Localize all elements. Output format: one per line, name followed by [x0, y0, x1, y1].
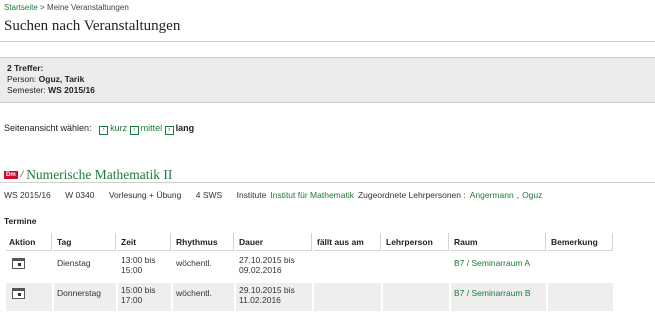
view-option-mittel[interactable]: › mittel [129, 123, 162, 135]
calendar-icon[interactable] [12, 258, 25, 269]
col-faellt-aus: fällt aus am [314, 233, 381, 251]
divider [0, 41, 655, 42]
arrow-box-icon: › [164, 126, 174, 135]
lecturer-link-angermann[interactable]: Angermann [470, 190, 514, 200]
col-dauer: Dauer [236, 233, 312, 251]
breadcrumb-home-link[interactable]: Startseite [4, 3, 38, 12]
dauer-cell: 29.10.2015 bis 11.02.2016 [236, 283, 312, 311]
arrow-box-icon: › [129, 126, 139, 135]
breadcrumb: Startseite > Meine Veranstaltungen [4, 3, 129, 12]
breadcrumb-current: Meine Veranstaltungen [46, 3, 129, 12]
raum-cell: B7 / Seminarraum B [451, 283, 546, 311]
table-row: Dienstag 13:00 bis 15:00 wöchentl. 27.10.… [6, 253, 613, 281]
room-link[interactable]: B7 / Seminarraum A [454, 258, 530, 268]
faellt-aus-cell [314, 253, 381, 281]
course-title-link[interactable]: Numerische Mathematik II [26, 167, 172, 182]
calendar-icon[interactable] [12, 288, 25, 299]
course-header: Dm ⁄ Numerische Mathematik II [4, 167, 172, 183]
lecturers-label: Zugeordnete Lehrpersonen : [357, 190, 466, 200]
aktion-cell [6, 253, 52, 281]
course-meta: WS 2015/16 W 0340 Vorlesung + Übung 4 SW… [4, 190, 554, 200]
lehrperson-cell [383, 283, 449, 311]
document-icon: ⁄ [21, 169, 24, 179]
raum-cell: B7 / Seminarraum A [451, 253, 546, 281]
bemerkung-cell [548, 283, 613, 311]
col-lehrperson: Lehrperson [383, 233, 449, 251]
table-header-row: Aktion Tag Zeit Rhythmus Dauer fällt aus… [6, 233, 613, 251]
page-title: Suchen nach Veranstaltungen [4, 18, 181, 34]
view-option-lang: › lang [164, 123, 194, 135]
table-row: Donnerstag 15:00 bis 17:00 wöchentl. 29.1… [6, 283, 613, 311]
result-count: 2 Treffer: [7, 63, 44, 73]
divider [0, 182, 655, 183]
col-tag: Tag [54, 233, 116, 251]
bemerkung-cell [548, 253, 613, 281]
zeit-cell: 13:00 bis 15:00 [118, 253, 171, 281]
course-semester: WS 2015/16 [4, 190, 51, 200]
rhythmus-cell: wöchentl. [173, 283, 234, 311]
col-raum: Raum [451, 233, 546, 251]
results-info-box: 2 Treffer: Person: Oguz, Tarik Semester:… [0, 57, 655, 103]
person-label: Person: [7, 74, 37, 84]
col-zeit: Zeit [118, 233, 171, 251]
tag-cell: Donnerstag [54, 283, 116, 311]
view-option-kurz[interactable]: › kurz [99, 123, 127, 135]
faellt-aus-cell [314, 283, 381, 311]
col-bemerkung: Bemerkung [548, 233, 613, 251]
course-badge: Dm [4, 171, 18, 179]
breadcrumb-separator: > [40, 3, 45, 12]
lehrperson-cell [383, 253, 449, 281]
course-type: Vorlesung + Übung [108, 190, 182, 200]
dauer-cell: 27.10.2015 bis 09.02.2016 [236, 253, 312, 281]
col-rhythmus: Rhythmus [173, 233, 234, 251]
zeit-cell: 15:00 bis 17:00 [118, 283, 171, 311]
course-number: W 0340 [65, 190, 95, 200]
institute-link[interactable]: Institut für Mathematik [270, 190, 354, 200]
semester-label: Semester: [7, 85, 46, 95]
tag-cell: Dienstag [54, 253, 116, 281]
room-link[interactable]: B7 / Seminarraum B [454, 288, 531, 298]
page-view-selector: Seitenansicht wählen: › kurz › mittel › lan… [4, 123, 194, 135]
arrow-box-icon: › [99, 126, 109, 135]
col-aktion: Aktion [6, 233, 52, 251]
aktion-cell [6, 283, 52, 311]
institute-label: Institute [236, 190, 267, 200]
course-sws: 4 SWS [195, 190, 223, 200]
page-view-label: Seitenansicht wählen: [4, 123, 92, 133]
person-value: Oguz, Tarik [38, 74, 85, 84]
termine-heading: Termine [4, 216, 37, 226]
lecturer-link-oguz[interactable]: Oguz [522, 190, 542, 200]
lecturer-separator: , [516, 190, 520, 200]
semester-value: WS 2015/16 [48, 85, 95, 95]
termine-table: Aktion Tag Zeit Rhythmus Dauer fällt aus… [4, 231, 615, 313]
rhythmus-cell: wöchentl. [173, 253, 234, 281]
